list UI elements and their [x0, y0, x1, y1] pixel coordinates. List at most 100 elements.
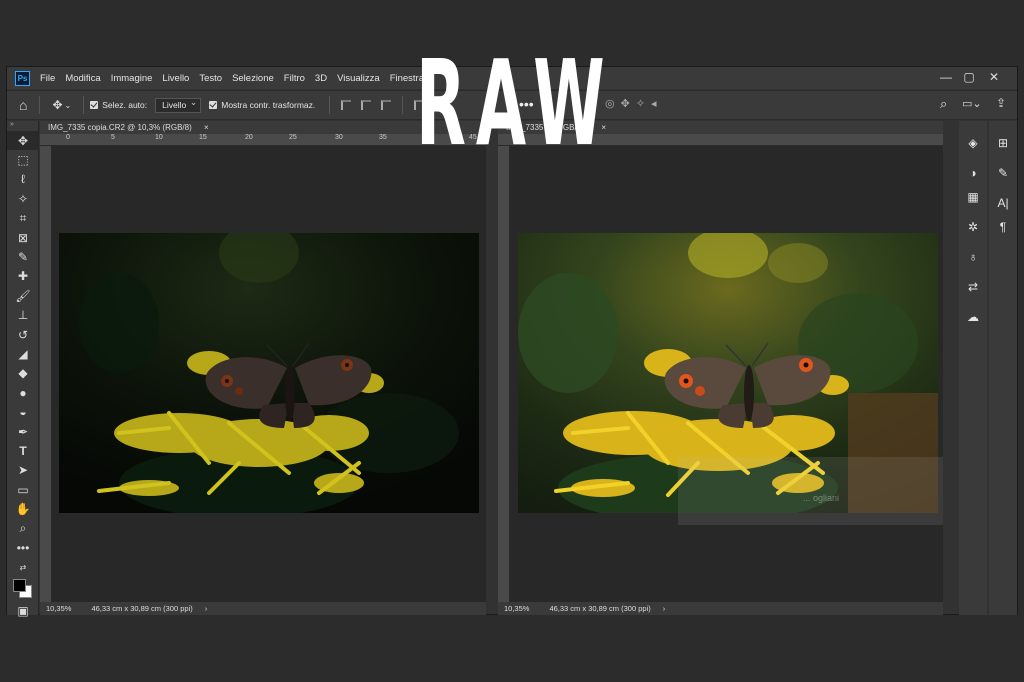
watermark-box	[678, 457, 943, 525]
swap-colors-icon[interactable]: ⇄	[7, 558, 39, 577]
menu-filtro[interactable]: Filtro	[284, 73, 305, 84]
blur-tool-icon[interactable]: ●	[7, 383, 39, 402]
ruler-tick: 15	[199, 134, 207, 141]
screenshot: Ps File Modifica Immagine Livello Testo …	[0, 0, 1024, 682]
move-tool-icon[interactable]: ✥	[7, 131, 39, 151]
vertical-ruler	[40, 146, 52, 602]
divider	[83, 96, 85, 114]
chevron-down-icon[interactable]: ⌄	[65, 101, 72, 110]
workspace-icon[interactable]: ▭⌄	[962, 97, 982, 110]
ruler-tick: 20	[245, 134, 253, 141]
close-button[interactable]: ✕	[983, 69, 1005, 85]
dock-spacer	[959, 121, 987, 131]
maximize-button[interactable]: ▢	[958, 69, 980, 85]
menu-selezione[interactable]: Selezione	[232, 73, 274, 84]
paragraph-icon[interactable]: ¶	[989, 215, 1017, 239]
libraries-icon[interactable]: ☁	[959, 305, 987, 329]
move-tool-icon[interactable]: ✥	[52, 98, 62, 112]
color-swatches[interactable]	[7, 577, 39, 601]
ruler-tick: 5	[111, 134, 115, 141]
ruler-tick: 25	[289, 134, 297, 141]
document-size: 46,33 cm x 30,89 cm (300 ppi)	[549, 604, 651, 613]
divider	[39, 96, 41, 114]
home-icon[interactable]: ⌂	[19, 97, 27, 113]
eraser-tool-icon[interactable]: ◢	[7, 344, 39, 363]
document-size: 46,33 cm x 30,89 cm (300 ppi)	[91, 604, 193, 613]
align-top-icon[interactable]	[414, 100, 425, 110]
menu-testo[interactable]: Testo	[199, 73, 222, 84]
align-center-icon[interactable]	[361, 100, 372, 110]
document-tab-right[interactable]: IMG_7335 ... (RGB/8) * ×	[498, 121, 943, 134]
history-brush-tool-icon[interactable]: ↺	[7, 325, 39, 344]
align-right-icon[interactable]	[381, 100, 392, 110]
marquee-tool-icon[interactable]: ⬚	[7, 150, 39, 169]
menu-finestra[interactable]: Finestra	[390, 73, 424, 84]
auto-select-dropdown[interactable]: Livello	[155, 96, 202, 113]
share-icon[interactable]: ⇪	[996, 96, 1006, 110]
document-tab-title: IMG_7335 copia.CR2 @ 10,3% (RGB/8)	[48, 123, 192, 132]
menu-file[interactable]: File	[40, 73, 55, 84]
close-tab-icon[interactable]: ×	[204, 123, 209, 132]
ruler-tick: 45	[469, 134, 477, 141]
crop-tool-icon[interactable]: ⌗	[7, 209, 39, 228]
dodge-tool-icon[interactable]: ◒	[7, 402, 39, 421]
navigator-icon[interactable]: ✲	[959, 215, 987, 239]
checkbox-checked-icon	[90, 101, 99, 109]
quick-mask-icon[interactable]: ▣	[7, 601, 39, 620]
tools-panel: » ✥ ⬚ ℓ ✧ ⌗ ⊠ ✎ ✚ 🖌 ⊥ ↺ ◢ ◆ ● ◒ ✒ T ➤ ▭ …	[7, 121, 39, 618]
menu-3d[interactable]: 3D	[315, 73, 327, 84]
layers-icon[interactable]: ◈	[959, 131, 987, 155]
menu-visualizza[interactable]: Visualizza	[337, 73, 380, 84]
grid-icon[interactable]: ▦	[959, 185, 987, 209]
frame-tool-icon[interactable]: ⊠	[7, 228, 39, 247]
horizontal-ruler	[498, 134, 943, 146]
brush-settings-icon[interactable]: ✎	[989, 161, 1017, 185]
menu-modifica[interactable]: Modifica	[65, 73, 100, 84]
zoom-level[interactable]: 10,35%	[46, 602, 71, 615]
stamp-tool-icon[interactable]: ⊥	[7, 306, 39, 325]
hand-tool-icon[interactable]: ✋	[7, 499, 39, 518]
menu-immagine[interactable]: Immagine	[111, 73, 153, 84]
menu-bar: Ps File Modifica Immagine Livello Testo …	[7, 67, 1017, 89]
eyedropper-tool-icon[interactable]: ✎	[7, 247, 39, 266]
minimize-button[interactable]: —	[935, 69, 957, 85]
show-transform-checkbox[interactable]: Mostra contr. trasformaz.	[209, 100, 315, 110]
lasso-tool-icon[interactable]: ℓ	[7, 170, 39, 189]
document-tab-left[interactable]: IMG_7335 copia.CR2 @ 10,3% (RGB/8) ×	[40, 121, 486, 134]
zoom-tool-icon[interactable]: ⌕	[7, 519, 39, 538]
pen-tool-icon[interactable]: ✒	[7, 422, 39, 441]
divider	[402, 96, 404, 114]
status-bar-right: 10,35% 46,33 cm x 30,89 cm (300 ppi) ›	[498, 602, 943, 615]
horizontal-ruler: 0 5 10 15 20 25 30 35 40 45	[40, 134, 486, 146]
lightbulb-icon[interactable]: ♁	[959, 245, 987, 269]
path-select-tool-icon[interactable]: ➤	[7, 461, 39, 480]
magic-wand-tool-icon[interactable]: ✧	[7, 189, 39, 208]
more-tools-icon[interactable]: •••	[7, 538, 39, 557]
photoshop-window: Ps File Modifica Immagine Livello Testo …	[6, 66, 1018, 618]
panel-icons-column-2: ⊞ ✎ A| ¶	[989, 121, 1017, 615]
checkbox-checked-icon	[209, 101, 218, 109]
align-left-icon[interactable]	[341, 100, 352, 110]
show-transform-label: Mostra contr. trasformaz.	[221, 100, 316, 110]
auto-select-checkbox[interactable]: Selez. auto:	[90, 100, 147, 110]
chevron-right-icon[interactable]: ›	[663, 602, 666, 615]
rectangle-tool-icon[interactable]: ▭	[7, 480, 39, 499]
character-icon[interactable]: A|	[989, 191, 1017, 215]
close-tab-icon[interactable]: ×	[601, 123, 606, 132]
brush-tool-icon[interactable]: 🖌	[7, 286, 39, 305]
zoom-level[interactable]: 10,35%	[504, 602, 529, 615]
adjustments-icon[interactable]: ◑	[959, 161, 987, 185]
more-options-icon[interactable]: •••	[519, 96, 534, 112]
menu-livello[interactable]: Livello	[162, 73, 189, 84]
search-icon[interactable]: ⌕	[940, 96, 947, 112]
paint-bucket-tool-icon[interactable]: ◆	[7, 364, 39, 383]
collapse-chevron-icon[interactable]: »	[7, 121, 38, 131]
dock-spacer	[989, 121, 1017, 131]
properties-icon[interactable]: ⊞	[989, 131, 1017, 155]
3d-mode-icons[interactable]: ◎✥✧◂	[605, 97, 663, 110]
chevron-right-icon[interactable]: ›	[205, 602, 208, 615]
healing-tool-icon[interactable]: ✚	[7, 267, 39, 286]
foreground-color-swatch[interactable]	[13, 578, 26, 592]
actions-icon[interactable]: ⇄	[959, 275, 987, 299]
type-tool-icon[interactable]: T	[7, 441, 39, 460]
